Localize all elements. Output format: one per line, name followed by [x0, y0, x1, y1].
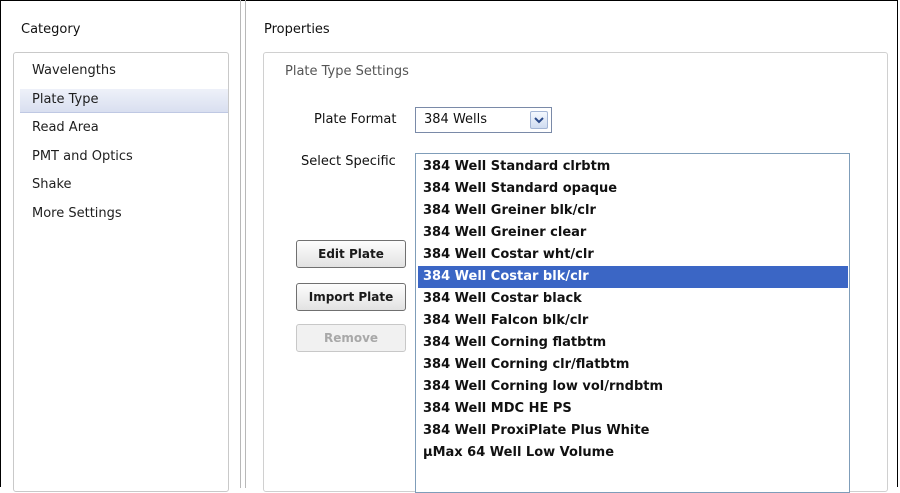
- plate-format-dropdown-button[interactable]: [530, 111, 548, 129]
- plate-type-item[interactable]: 384 Well Greiner blk/clr: [418, 200, 848, 222]
- plate-type-item[interactable]: 384 Well Standard opaque: [418, 178, 848, 200]
- section-title: Plate Type Settings: [285, 64, 409, 79]
- pane-splitter-edge: [245, 0, 246, 488]
- plate-type-item[interactable]: 384 Well Costar black: [418, 288, 848, 310]
- plate-type-item[interactable]: 384 Well Corning clr/flatbtm: [418, 354, 848, 376]
- category-item-plate-type[interactable]: Plate Type: [20, 89, 228, 113]
- category-header: Category: [21, 22, 81, 37]
- remove-button: Remove: [296, 324, 406, 352]
- plate-type-item[interactable]: 384 Well Corning low vol/rndbtm: [418, 376, 848, 398]
- plate-type-item[interactable]: 384 Well Corning flatbtm: [418, 332, 848, 354]
- plate-type-item[interactable]: 384 Well ProxiPlate Plus White: [418, 420, 848, 442]
- plate-type-item[interactable]: 384 Well Falcon blk/clr: [418, 310, 848, 332]
- plate-format-select[interactable]: 384 Wells: [415, 107, 552, 133]
- plate-type-listbox[interactable]: 384 Well Standard clrbtm 384 Well Standa…: [415, 153, 850, 493]
- plate-type-item[interactable]: 384 Well Greiner clear: [418, 222, 848, 244]
- chevron-down-icon: [534, 117, 544, 124]
- category-item-wavelengths[interactable]: Wavelengths: [20, 60, 228, 84]
- properties-header: Properties: [264, 22, 330, 37]
- category-item-pmt-and-optics[interactable]: PMT and Optics: [20, 146, 228, 170]
- plate-type-item[interactable]: 384 Well Costar wht/clr: [418, 244, 848, 266]
- category-item-more-settings[interactable]: More Settings: [20, 203, 228, 227]
- pane-splitter[interactable]: [240, 0, 241, 488]
- plate-format-label: Plate Format: [314, 112, 397, 127]
- category-item-shake[interactable]: Shake: [20, 174, 228, 198]
- category-list: Wavelengths Plate Type Read Area PMT and…: [13, 52, 229, 492]
- plate-type-item[interactable]: 384 Well MDC HE PS: [418, 398, 848, 420]
- plate-format-value: 384 Wells: [424, 112, 488, 127]
- import-plate-button[interactable]: Import Plate: [296, 283, 406, 311]
- edit-plate-button[interactable]: Edit Plate: [296, 240, 406, 268]
- category-item-read-area[interactable]: Read Area: [20, 117, 228, 141]
- plate-type-item-selected[interactable]: 384 Well Costar blk/clr: [418, 266, 848, 288]
- plate-type-item[interactable]: 384 Well Standard clrbtm: [418, 156, 848, 178]
- plate-type-item[interactable]: µMax 64 Well Low Volume: [418, 442, 848, 464]
- select-specific-label: Select Specific: [301, 154, 396, 169]
